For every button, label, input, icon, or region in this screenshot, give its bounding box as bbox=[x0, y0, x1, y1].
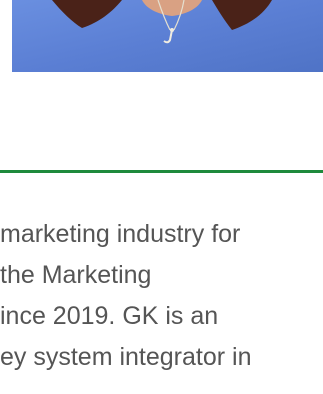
bio-line-text: ey system integrator in bbox=[0, 343, 252, 371]
bio-text: marketing industry for the Marketing inc… bbox=[0, 214, 323, 378]
bio-line: the Marketing bbox=[0, 255, 323, 296]
bio-line: ey system integrator in bbox=[0, 337, 323, 378]
bio-line-text: the Marketing bbox=[0, 261, 152, 289]
page: marketing industry for the Marketing inc… bbox=[0, 0, 323, 394]
profile-photo bbox=[12, 0, 323, 72]
bio-line: marketing industry for bbox=[0, 214, 323, 255]
bio-line-text: ince 2019. GK is an bbox=[0, 302, 219, 330]
section-divider bbox=[0, 170, 323, 173]
bio-line: ince 2019. GK is an bbox=[0, 296, 323, 337]
bio-line-text: marketing industry for bbox=[0, 220, 241, 248]
